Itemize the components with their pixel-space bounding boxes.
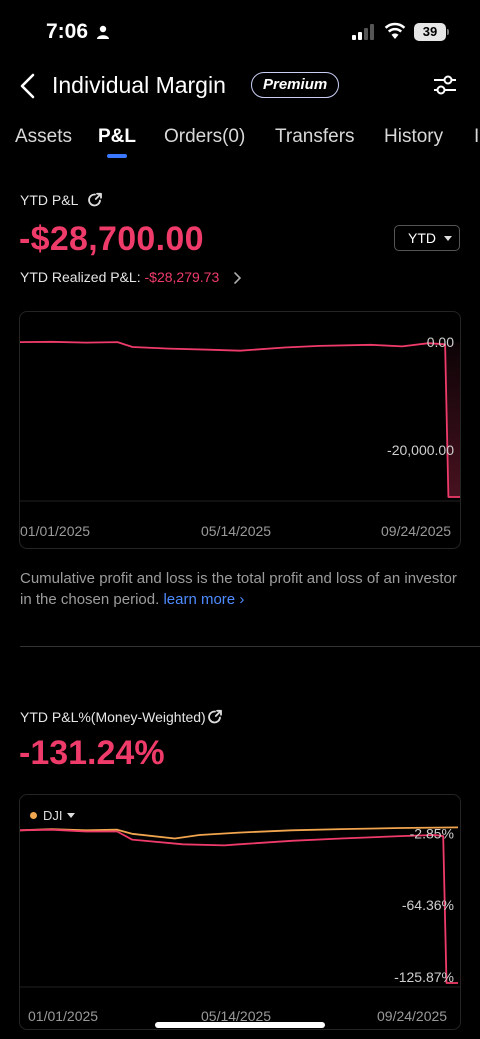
pnl-pct-chart[interactable]: -2.85% -64.36% -125.87%	[19, 794, 461, 1030]
active-tab-indicator	[107, 154, 127, 158]
caret-down-icon[interactable]	[67, 813, 75, 818]
period-select-label: YTD	[408, 230, 436, 246]
status-time: 7:06	[46, 20, 89, 43]
realized-pnl-label: YTD Realized P&L:	[20, 269, 141, 285]
benchmark-select[interactable]: DJI	[43, 808, 63, 823]
series-line-account	[20, 340, 460, 498]
x-tick-label: 01/01/2025	[28, 1008, 99, 1024]
y-tick-label: -2.85%	[410, 826, 454, 842]
tab-orders[interactable]: Orders(0)	[164, 126, 245, 148]
back-icon[interactable]	[18, 73, 38, 99]
person-icon	[97, 25, 109, 39]
tab-history[interactable]: History	[384, 126, 443, 148]
chevron-right-icon: ›	[239, 591, 245, 608]
y-tick-label: 0.00	[427, 334, 454, 350]
tab-pnl[interactable]: P&L	[98, 126, 136, 148]
realized-pnl-row[interactable]: YTD Realized P&L: -$28,279.73	[20, 269, 219, 285]
wifi-icon	[384, 22, 406, 39]
caret-down-icon	[444, 236, 452, 241]
x-tick-label: 09/24/2025	[377, 1008, 448, 1024]
settings-sliders-icon[interactable]	[432, 73, 458, 97]
x-tick-label: 01/01/2025	[20, 523, 91, 539]
battery-tip	[447, 29, 449, 35]
tab-bar: Assets P&L Orders(0) Transfers History I	[0, 120, 480, 164]
ytd-pnl-pct-label: YTD P&L%(Money-Weighted)	[20, 709, 206, 725]
tab-assets[interactable]: Assets	[15, 126, 72, 148]
realized-pnl-value: -$28,279.73	[144, 269, 220, 285]
pnl-pct-chart-svg: -2.85% -64.36% -125.87%	[20, 826, 460, 988]
y-tick-label: -20,000.00	[387, 442, 454, 458]
ytd-pnl-pct-value: -131.24%	[19, 734, 165, 772]
x-tick-label: 09/24/2025	[381, 523, 452, 539]
chevron-right-icon[interactable]	[232, 271, 242, 285]
signal-icon	[352, 24, 374, 40]
pnl-description: Cumulative profit and loss is the total …	[20, 568, 460, 610]
status-bar: 7:06 39	[0, 0, 480, 60]
tab-transfers[interactable]: Transfers	[275, 126, 355, 148]
pnl-chart[interactable]: 0.00 -20,000.00	[19, 311, 461, 549]
ytd-pnl-value: -$28,700.00	[19, 220, 204, 258]
battery-indicator: 39	[414, 23, 446, 41]
share-icon[interactable]	[207, 709, 223, 725]
ytd-pnl-label: YTD P&L	[20, 192, 79, 208]
y-tick-label: -64.36%	[402, 897, 454, 913]
premium-badge: Premium	[251, 72, 340, 98]
share-icon[interactable]	[87, 192, 103, 208]
period-select[interactable]: YTD	[394, 225, 460, 251]
benchmark-legend-dot	[30, 812, 37, 819]
series-line-account	[20, 828, 458, 984]
x-tick-label: 05/14/2025	[201, 523, 272, 539]
pnl-chart-svg: 0.00 -20,000.00	[20, 334, 460, 502]
tab-overflow-partial[interactable]: I	[474, 126, 480, 148]
home-indicator	[155, 1022, 325, 1028]
nav-bar: Individual Margin Premium	[0, 62, 480, 110]
page-title: Individual Margin	[52, 72, 226, 98]
section-divider	[20, 646, 480, 647]
learn-more-link[interactable]: learn more ›	[163, 591, 244, 608]
y-tick-label: -125.87%	[394, 969, 454, 985]
